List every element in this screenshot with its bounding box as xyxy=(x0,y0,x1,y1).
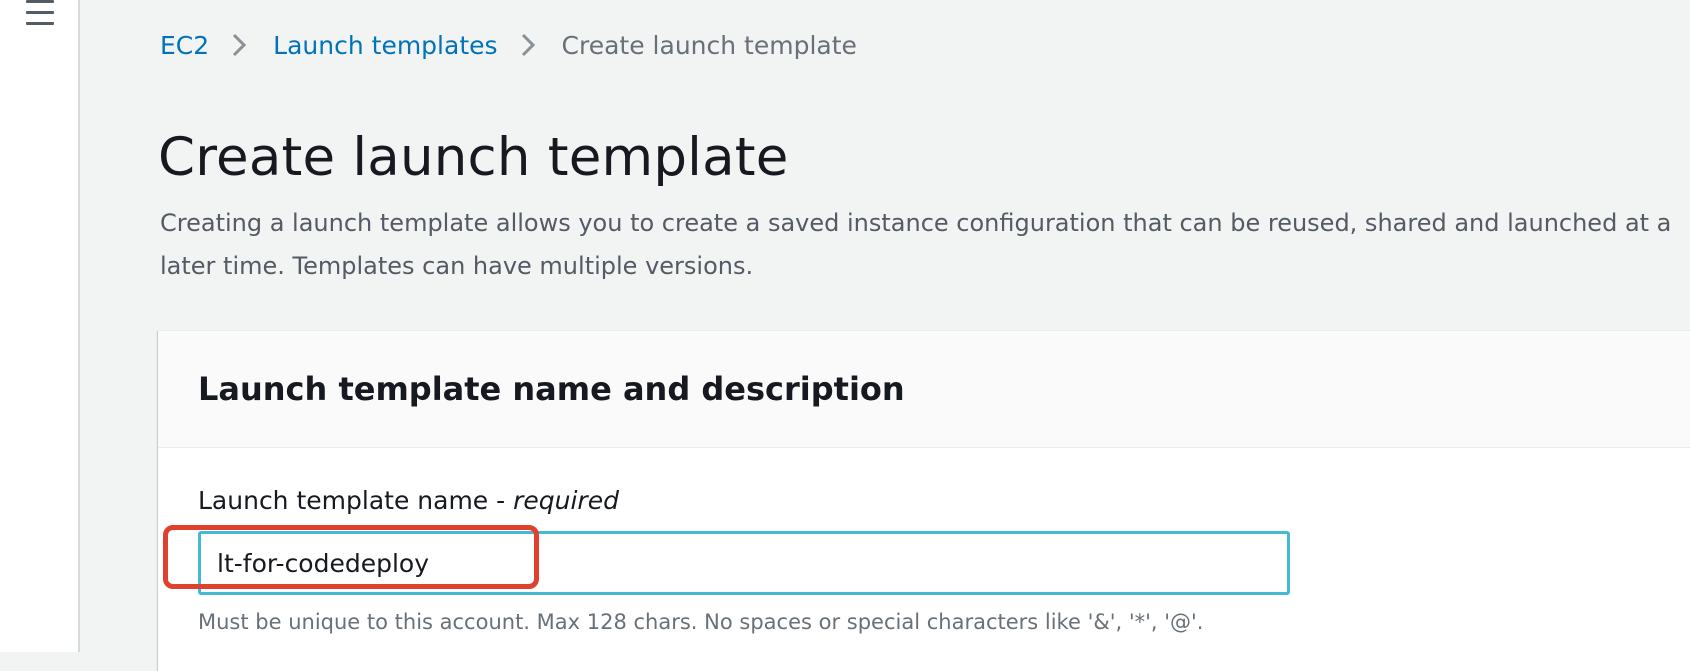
page-description: Creating a launch template allows you to… xyxy=(160,209,1672,280)
side-navigation xyxy=(0,0,80,652)
required-marker: required xyxy=(513,486,619,515)
breadcrumb-launch-templates-link[interactable]: Launch templates xyxy=(273,31,497,60)
template-name-panel: Launch template name and description Lau… xyxy=(158,330,1690,671)
breadcrumb: EC2 Launch templates Create launch templ… xyxy=(160,28,857,62)
panel-title: Launch template name and description xyxy=(198,370,905,408)
hamburger-menu-icon[interactable] xyxy=(26,0,54,30)
chevron-right-icon xyxy=(233,33,247,57)
panel-header: Launch template name and description xyxy=(158,331,1690,448)
template-name-label-text: Launch template name - xyxy=(198,486,514,515)
template-name-input[interactable] xyxy=(198,531,1290,595)
page-title: Create launch template xyxy=(158,127,789,188)
template-name-label: Launch template name - required xyxy=(198,481,619,521)
template-name-hint: Must be unique to this account. Max 128 … xyxy=(198,610,1204,634)
breadcrumb-current-page: Create launch template xyxy=(561,30,857,60)
chevron-right-icon xyxy=(521,33,535,57)
breadcrumb-ec2-link[interactable]: EC2 xyxy=(160,31,209,60)
